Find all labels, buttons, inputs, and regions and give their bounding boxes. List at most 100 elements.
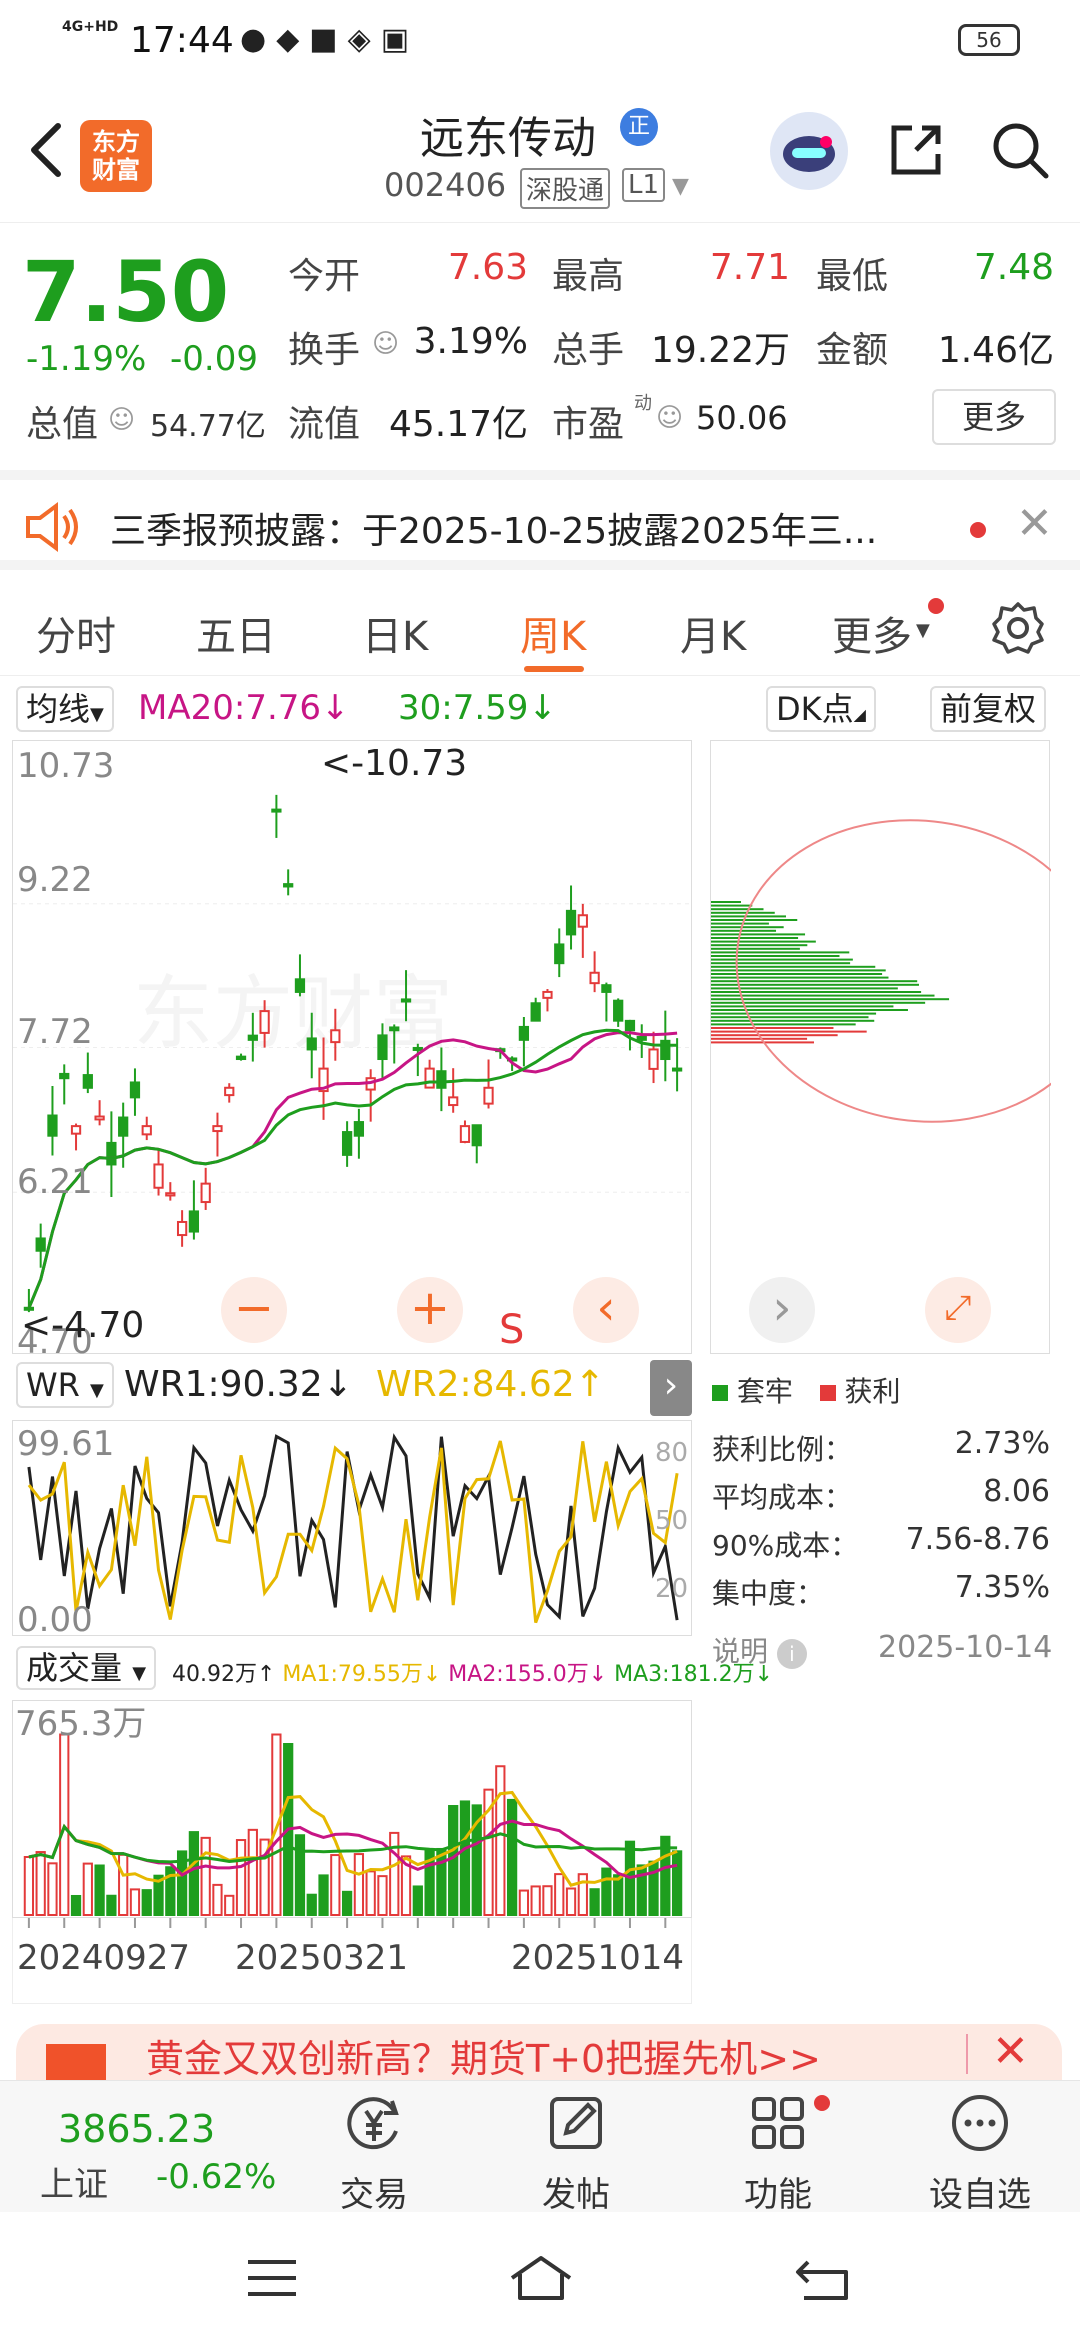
index-ticker[interactable]: 3865.23 上证 -0.62% (0, 2081, 276, 2213)
close-icon[interactable]: ✕ (992, 2026, 1029, 2077)
pe-value: 50.06 (696, 399, 788, 437)
tab-daily[interactable]: 日K (362, 604, 428, 662)
announcement-bar[interactable]: 三季报预披露：于2025-10-25披露2025年三... ✕ (0, 470, 1080, 570)
chip-bar (711, 965, 876, 968)
volume-bar (235, 1839, 247, 1916)
wr-select-label: WR (26, 1366, 80, 1404)
back-icon[interactable] (792, 2252, 852, 2302)
back-arrow-icon[interactable] (22, 120, 72, 180)
adjust-select[interactable]: 前复权 (930, 686, 1047, 732)
cost-date: 2025-10-14 (878, 1630, 1053, 1665)
volume-bar (365, 1870, 376, 1917)
tab-monthly[interactable]: 月K (680, 604, 746, 662)
y-label-4: 6.21 (17, 1162, 93, 1202)
zoom-out-button[interactable]: − (221, 1277, 287, 1343)
kline-panel[interactable]: 东方财富 10.73 9.22 7.72 6.21 4.70 <-10.73 <… (12, 740, 693, 1355)
more-button[interactable]: 更多 (932, 389, 1056, 445)
low-label: 最低 (816, 256, 889, 297)
pan-left-button[interactable]: ‹ (573, 1277, 639, 1343)
candle-body (188, 1210, 200, 1233)
home-icon[interactable] (506, 2252, 576, 2302)
ad-banner[interactable]: 黄金又双创新高？期货T+0把握先机>> ✕ (16, 2024, 1062, 2080)
menu-icon[interactable] (244, 2256, 300, 2300)
tab-intraday[interactable]: 分时 (36, 604, 116, 662)
volume-select[interactable]: 成交量 ▼ (16, 1646, 157, 1690)
wr-panel[interactable]: 99.61 0.00 80 50 20 (12, 1420, 692, 1637)
chip-bar (711, 1016, 869, 1019)
candle-body (141, 1125, 152, 1136)
ad-text[interactable]: 黄金又双创新高？期货T+0把握先机>> (146, 2028, 821, 2080)
candle-body (660, 1039, 671, 1061)
ma-line (27, 1028, 678, 1309)
divider (966, 2034, 968, 2074)
chip-bar (711, 929, 777, 932)
concentration-value: 7.35% (954, 1570, 1050, 1605)
candle-body (82, 1074, 93, 1089)
wr-select[interactable]: WR ▼ (16, 1362, 114, 1408)
dropdown-arrow-icon[interactable]: ▼ (672, 174, 689, 199)
level-selector[interactable]: L1 (622, 168, 666, 202)
tab-five-day[interactable]: 五日 (196, 604, 276, 662)
zoom-in-button[interactable]: + (397, 1277, 463, 1343)
info-icon[interactable]: ☺ (656, 403, 683, 433)
candle-body (106, 1141, 117, 1166)
chip-bar (711, 1034, 838, 1037)
nav-trade[interactable]: 交易 (314, 2091, 434, 2216)
vol-ma3-readout: MA3:181.2万↓ (614, 1662, 773, 1687)
indicator-select[interactable]: 均线▼ (16, 686, 114, 732)
megaphone-icon (46, 2044, 106, 2080)
chip-bar (711, 958, 853, 961)
dk-point-select[interactable]: DK点◢ (766, 686, 876, 732)
index-value: 3865.23 (58, 2107, 216, 2151)
tab-more[interactable]: 更多 (832, 604, 912, 662)
volume-panel[interactable]: 765.3万 (12, 1700, 692, 1918)
announcement-text[interactable]: 三季报预披露：于2025-10-25披露2025年三... (110, 502, 877, 554)
system-nav-bar (0, 2212, 1080, 2340)
chip-bar (711, 962, 851, 965)
info-icon[interactable]: ☺ (372, 329, 399, 359)
candle-body (247, 1034, 258, 1041)
volume-bar (565, 1887, 577, 1917)
chip-bar (711, 1027, 834, 1029)
nav-functions[interactable]: 功能 (718, 2091, 838, 2216)
profit-ratio-value: 2.73% (954, 1426, 1050, 1461)
volume-bar (341, 1890, 353, 1917)
volume-bar (247, 1828, 258, 1916)
kline-chart[interactable]: 东方财富 10.73 9.22 7.72 6.21 4.70 <-10.73 <… (13, 741, 693, 1355)
turnover-value: 3.19% (413, 321, 528, 362)
share-icon[interactable] (886, 120, 946, 180)
expand-icon[interactable]: ⤢ (925, 1277, 991, 1343)
ma30-readout: 30:7.59↓ (398, 688, 557, 728)
volume-bar (212, 1883, 223, 1917)
robot-icon (783, 136, 835, 172)
tab-weekly[interactable]: 周K (520, 604, 586, 662)
pan-right-button[interactable]: › (749, 1277, 815, 1343)
dropdown-arrow-icon[interactable]: ▼ (916, 620, 930, 641)
wr-chart: 99.61 0.00 80 50 20 (17, 1424, 688, 1637)
info-icon: i (776, 1639, 807, 1669)
chevron-right-icon[interactable]: › (650, 1360, 692, 1416)
search-icon[interactable] (990, 120, 1050, 180)
volume-readouts: 40.92万↑ MA1:79.55万↓ MA2:155.0万↓ MA3:181.… (172, 1656, 773, 1688)
info-icon[interactable]: ☺ (108, 405, 135, 435)
gear-icon[interactable] (990, 600, 1046, 656)
vol-ma1-readout: MA1:79.55万↓ (282, 1662, 442, 1687)
assistant-avatar[interactable] (770, 112, 848, 190)
profit-swatch (819, 1385, 836, 1401)
candle-body (70, 1125, 82, 1135)
grid-icon (752, 2097, 804, 2149)
nav-post[interactable]: 发帖 (516, 2091, 636, 2216)
cost-distribution-panel[interactable]: › ⤢ (710, 740, 1051, 1354)
kline-ma-lines (27, 1028, 678, 1309)
volume-bar (129, 1888, 141, 1916)
nav-add-watchlist[interactable]: 设自选 (920, 2091, 1040, 2216)
stock-name: 远东传动 (420, 113, 596, 164)
stock-header: 东方 财富 远东传动 正 002406 深股通 L1 ▼ (0, 90, 1080, 220)
index-name: 上证 (40, 2165, 108, 2205)
volume-select-label: 成交量 (26, 1649, 123, 1687)
chip-bar (711, 944, 808, 947)
candle-body (306, 1037, 317, 1051)
wr-bottom-label: 0.00 (17, 1600, 93, 1637)
close-icon[interactable]: ✕ (1016, 498, 1053, 549)
candle-body (671, 1067, 683, 1072)
